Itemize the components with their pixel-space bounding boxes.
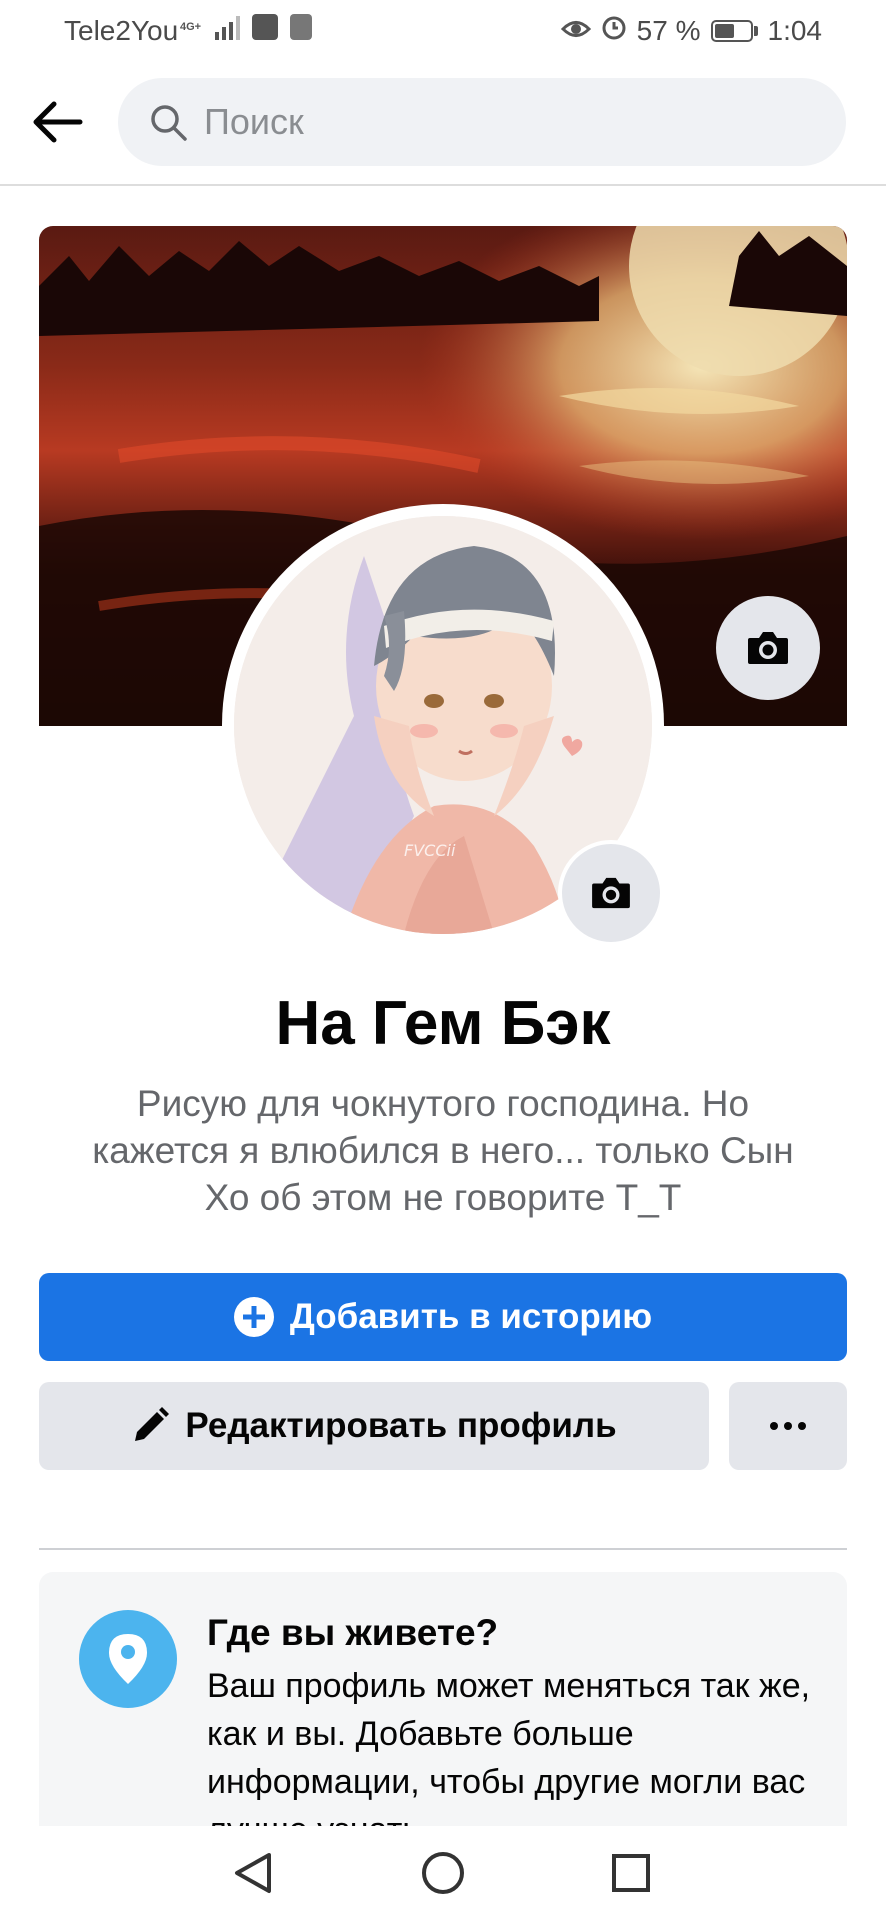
- status-right-icons: 57 % 1:04: [560, 14, 823, 47]
- edit-cover-photo-button[interactable]: [716, 596, 820, 700]
- eye-comfort-icon: [560, 15, 591, 47]
- camera-icon: [592, 877, 630, 909]
- battery-icon: [710, 19, 758, 42]
- top-header: Поиск: [0, 60, 886, 186]
- edit-profile-button[interactable]: Редактировать профиль: [39, 1382, 709, 1470]
- circle-home-icon: [422, 1852, 464, 1894]
- triangle-back-icon: [235, 1853, 271, 1893]
- profile-name: На Гем Бэк: [275, 989, 611, 1058]
- more-dots-icon: [770, 1422, 806, 1430]
- location-pin-icon: [79, 1610, 177, 1708]
- nav-recents-button[interactable]: [606, 1848, 656, 1898]
- signal-icon: [215, 14, 241, 40]
- location-card-text: Ваш профиль может меняться так же, как и…: [207, 1667, 811, 1832]
- qr-app-icon: [290, 14, 313, 40]
- edit-profile-picture-button[interactable]: [558, 840, 664, 946]
- profile-page: Tele2You 4G+ 57 % 1:04 Поиск FVCCii На Г…: [0, 0, 886, 1920]
- location-prompt-card[interactable]: Где вы живете? Ваш профиль может менятьс…: [39, 1572, 847, 1832]
- status-bar: Tele2You 4G+ 57 % 1:04: [0, 0, 886, 60]
- edit-profile-label: Редактировать профиль: [185, 1406, 617, 1445]
- network-type: 4G+: [180, 20, 202, 33]
- arrow-left-icon: [33, 101, 83, 143]
- status-left-icons: 4G+: [180, 14, 313, 40]
- add-to-story-button[interactable]: Добавить в историю: [39, 1273, 847, 1361]
- battery-percent: 57 %: [636, 14, 701, 46]
- profile-bio: Рисую для чокнутого господина. Но кажетс…: [92, 1083, 794, 1218]
- camera-icon: [748, 632, 788, 664]
- back-button[interactable]: [24, 94, 90, 150]
- pencil-icon: [135, 1407, 170, 1441]
- clock: 1:04: [767, 14, 823, 46]
- alarm-icon: [601, 14, 627, 47]
- search-bar[interactable]: Поиск: [118, 78, 846, 166]
- plus-circle-icon: [233, 1297, 274, 1337]
- more-options-button[interactable]: [729, 1382, 847, 1470]
- search-icon: [146, 100, 190, 144]
- square-recents-icon: [612, 1854, 650, 1892]
- section-divider: [39, 1548, 847, 1550]
- nav-back-button[interactable]: [228, 1848, 278, 1898]
- notification-icon: [252, 14, 279, 40]
- nav-home-button[interactable]: [418, 1848, 468, 1898]
- location-card-title: Где вы живете?: [207, 1612, 499, 1653]
- system-navigation-bar: [0, 1826, 886, 1920]
- search-placeholder: Поиск: [204, 101, 304, 142]
- add-to-story-label: Добавить в историю: [289, 1297, 653, 1336]
- avatar-watermark: FVCCii: [404, 841, 456, 860]
- carrier-name: Tele2You: [64, 15, 179, 46]
